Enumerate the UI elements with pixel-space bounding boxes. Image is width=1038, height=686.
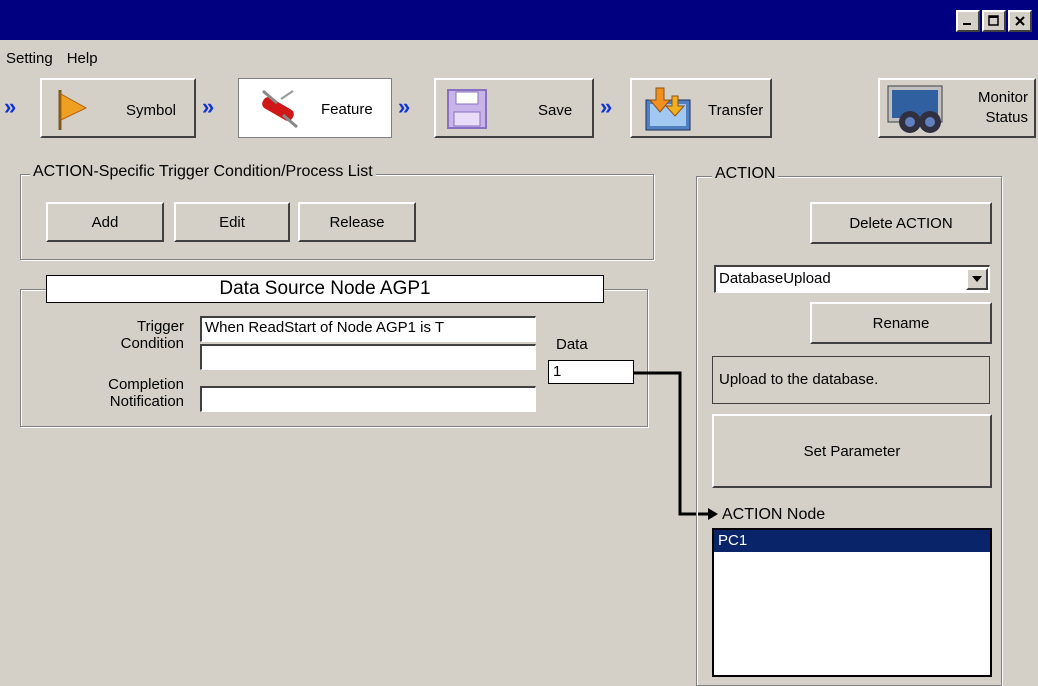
step-feature[interactable]: Feature — [238, 78, 392, 138]
wizard-steps: » Symbol » Feature » Save » Transfer Mon… — [0, 78, 1038, 148]
trigger-condition-field-2[interactable] — [200, 344, 536, 370]
trigger-condition-label: Trigger Condition — [120, 318, 184, 352]
title-bar — [0, 0, 1038, 40]
chevron-icon: » — [4, 94, 17, 119]
list-item[interactable]: PC1 — [714, 530, 990, 552]
action-node-list[interactable]: PC1 — [712, 528, 992, 677]
minimize-button[interactable] — [956, 10, 980, 32]
add-button[interactable]: Add — [46, 202, 164, 242]
process-list-title: ACTION-Specific Trigger Condition/Proces… — [30, 163, 376, 181]
monitor-label-line1: Monitor — [977, 89, 1028, 106]
close-icon — [1015, 16, 1025, 26]
action-title: ACTION — [712, 165, 779, 183]
completion-notification-label: Completion Notification — [108, 376, 184, 410]
chevron-icon: » — [202, 94, 215, 119]
node-title: Data Source Node AGP1 — [46, 275, 604, 303]
binoculars-icon — [887, 85, 943, 133]
step-feature-label: Feature — [321, 101, 373, 118]
menu-setting[interactable]: Setting — [6, 50, 53, 72]
menu-bar: Setting Help — [0, 50, 98, 72]
maximize-icon — [988, 15, 999, 26]
chevron-down-icon — [972, 276, 982, 282]
close-button[interactable] — [1008, 10, 1032, 32]
delete-action-button[interactable]: Delete ACTION — [810, 202, 992, 244]
completion-notification-field[interactable] — [200, 386, 536, 412]
data-label: Data — [556, 336, 588, 353]
action-description: Upload to the database. — [712, 356, 990, 404]
action-type-select[interactable]: DatabaseUpload — [714, 265, 990, 293]
release-button[interactable]: Release — [298, 202, 416, 242]
flag-icon — [58, 90, 88, 130]
minimize-icon — [963, 23, 971, 25]
chevron-icon: » — [600, 94, 613, 119]
maximize-button[interactable] — [982, 10, 1006, 32]
step-symbol-label: Symbol — [126, 102, 177, 119]
monitor-label-line2: Status — [985, 109, 1028, 126]
step-transfer-label: Transfer — [708, 102, 764, 119]
step-symbol[interactable]: Symbol — [40, 78, 196, 138]
menu-help[interactable]: Help — [67, 50, 98, 72]
chevron-icon: » — [398, 94, 411, 119]
step-save-label: Save — [538, 102, 573, 119]
action-node-label: ACTION Node — [722, 506, 826, 523]
transfer-icon — [645, 87, 691, 131]
set-parameter-button[interactable]: Set Parameter — [712, 414, 992, 488]
edit-button[interactable]: Edit — [174, 202, 290, 242]
dropdown-arrow-button[interactable] — [966, 268, 988, 290]
floppy-disk-icon — [447, 89, 487, 129]
step-transfer[interactable]: Transfer — [630, 78, 772, 138]
monitor-status-button[interactable]: Monitor Status — [878, 78, 1036, 138]
action-type-value: DatabaseUpload — [719, 270, 831, 287]
trigger-condition-field[interactable]: When ReadStart of Node AGP1 is T — [200, 316, 536, 342]
swiss-knife-icon — [262, 89, 298, 129]
data-field[interactable]: 1 — [548, 360, 634, 384]
step-save[interactable]: Save — [434, 78, 594, 138]
rename-button[interactable]: Rename — [810, 302, 992, 344]
